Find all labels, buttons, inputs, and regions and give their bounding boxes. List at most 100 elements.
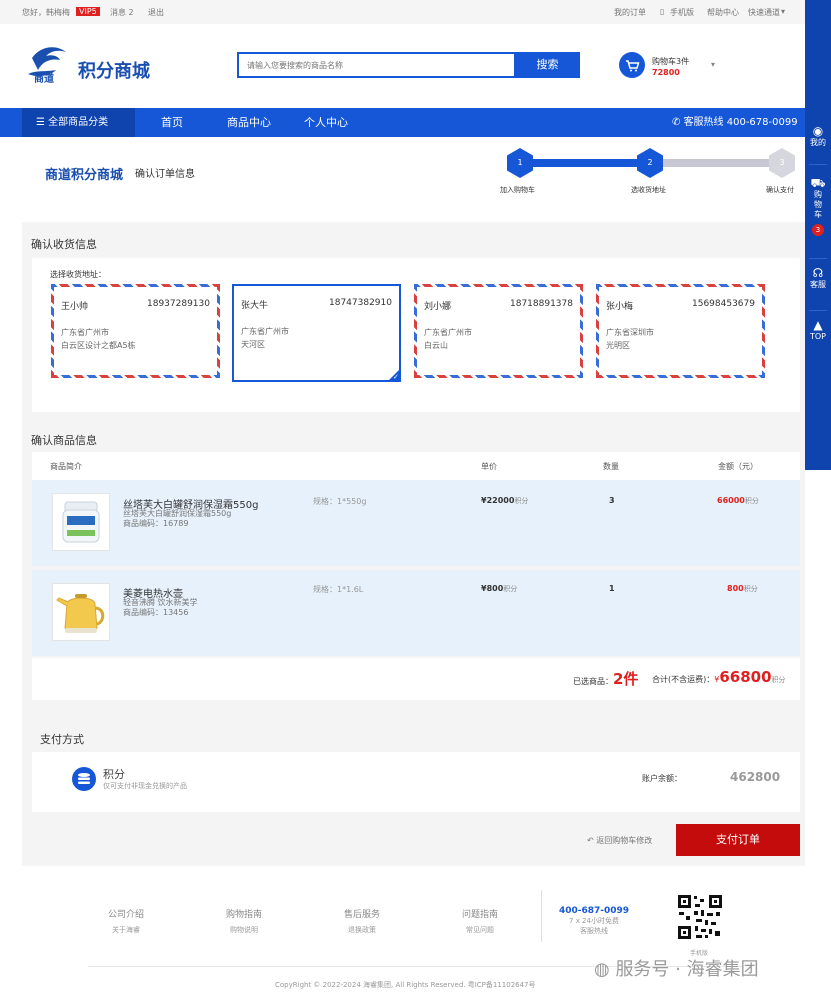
quick-link[interactable]: 快速通道 xyxy=(748,7,780,18)
address-phone: 18718891378 xyxy=(510,299,573,309)
table-row: 美菱电热水壶 轻音沸腾 饮水新美学 商品编码：13456 规格：1*1.6L ¥… xyxy=(32,570,800,656)
progress-done xyxy=(520,159,650,167)
main-nav: ☰ 全部商品分类 首页 商品中心 个人中心 ✆ 客服热线 400-678-009… xyxy=(0,108,805,137)
address-line2: 光明区 xyxy=(606,341,630,350)
product-subtitle: 丝塔芙大白罐舒润保湿霜550g xyxy=(123,509,232,518)
address-line1: 广东省广州市 xyxy=(241,327,289,336)
address-name: 张小梅 xyxy=(606,302,634,312)
sidebar-service-label: 客服 xyxy=(810,280,826,289)
product-code: 商品编码：16789 xyxy=(123,519,189,528)
order-total: 合计(不含运费)：¥66800积分 xyxy=(652,668,786,686)
brand-title: 商道积分商城 xyxy=(45,168,124,183)
cart-button[interactable] xyxy=(619,52,645,78)
return-icon: ↶ xyxy=(587,836,597,845)
address-line2: 白云山 xyxy=(424,341,448,350)
step-3-label: 确认支付 xyxy=(766,186,794,194)
cart-icon xyxy=(626,60,640,72)
address-card[interactable]: 王小帅 18937289130 广东省广州市 白云区设计之都A5栋 xyxy=(51,284,220,378)
address-section-title: 确认收货信息 xyxy=(31,238,97,251)
all-categories-button[interactable]: ☰ 全部商品分类 xyxy=(22,108,135,137)
address-phone: 18747382910 xyxy=(329,298,392,308)
product-image[interactable] xyxy=(52,583,110,641)
footer-col-title: 问题指南 xyxy=(461,910,498,920)
submit-order-button[interactable]: 支付订单 xyxy=(676,824,800,856)
sidebar-top[interactable]: ▲ TOP xyxy=(805,319,831,342)
nav-home[interactable]: 首页 xyxy=(161,108,183,137)
address-card[interactable]: 张小梅 15698453679 广东省深圳市 光明区 xyxy=(596,284,765,378)
top-bar: 您好，韩梅梅 VIP5 消息 2 退出 我的订单 ▯ 手机版 帮助中心 快速通道… xyxy=(0,0,805,24)
payment-method-name: 积分 xyxy=(103,768,125,781)
cart-label: 购物车3件 xyxy=(652,57,690,66)
balance-label: 账户余额： xyxy=(642,774,682,783)
footer-hotline-sub: 客服热线 xyxy=(580,927,608,935)
progress-remaining xyxy=(650,159,782,167)
vip-badge: VIP5 xyxy=(76,7,100,16)
cart-summary[interactable]: 购物车3件 72800 xyxy=(652,56,689,78)
footer-col-company: 公司介绍 关于海睿 xyxy=(86,907,166,935)
sidebar-service[interactable]: ☊ 客服 xyxy=(805,267,831,290)
logo[interactable]: 商道 xyxy=(26,44,74,85)
user-icon: ◉ xyxy=(812,124,824,138)
col-header-product: 商品简介 xyxy=(50,462,82,471)
coins-icon xyxy=(72,767,96,791)
page-title: 确认订单信息 xyxy=(135,169,195,180)
messages-link[interactable]: 消息 2 xyxy=(110,7,134,18)
product-subtitle: 轻音沸腾 饮水新美学 xyxy=(123,598,198,607)
product-amount: 66000积分 xyxy=(717,496,759,505)
order-summary: 已选商品：2件 合计(不含运费)：¥66800积分 xyxy=(32,658,800,700)
search-button[interactable]: 搜索 xyxy=(515,52,580,78)
footer-divider xyxy=(541,890,542,942)
greeting: 您好，韩梅梅 xyxy=(22,8,70,17)
chevron-down-icon: ▾ xyxy=(781,7,786,16)
footer-link[interactable]: 关于海睿 xyxy=(86,925,166,935)
address-card-selected[interactable]: 张大牛 18747382910 广东省广州市 天河区 ✓ xyxy=(232,284,401,382)
footer-link[interactable]: 购物说明 xyxy=(204,925,284,935)
col-header-amount: 金额（元） xyxy=(718,462,758,471)
check-icon: ✓ xyxy=(387,368,401,382)
phone-icon: ▯ xyxy=(660,7,665,16)
header: 商道 积分商城 搜索 购物车3件 72800 ▾ xyxy=(0,24,805,108)
logo-badge-text: 商道 xyxy=(34,72,54,84)
cart-count-badge: 3 xyxy=(812,224,824,236)
address-phone: 18937289130 xyxy=(147,299,210,309)
nav-products[interactable]: 商品中心 xyxy=(227,108,271,137)
step-2-label: 选收货地址 xyxy=(631,186,666,194)
watermark: ◍ 服务号 · 海睿集团 xyxy=(594,959,759,980)
footer-col-shopping: 购物指南 购物说明 xyxy=(204,907,284,935)
sidebar-cart-label: 购物车 xyxy=(814,190,822,219)
address-line1: 广东省广州市 xyxy=(61,328,109,337)
sidebar-mine[interactable]: ◉ 我的 xyxy=(805,124,831,148)
copyright: CopyRight © 2022-2024 海睿集团, All Rights R… xyxy=(275,981,536,989)
product-price: ¥22000积分 xyxy=(481,496,529,505)
logout-link[interactable]: 退出 xyxy=(148,7,164,18)
search-box[interactable] xyxy=(237,52,516,78)
sidebar-cart[interactable]: ⛟ 购物车 3 xyxy=(805,177,831,236)
cream-jar-icon xyxy=(62,501,100,543)
my-orders-link[interactable]: 我的订单 xyxy=(614,7,646,18)
sidebar-mine-label: 我的 xyxy=(810,138,826,147)
mobile-link[interactable]: 手机版 xyxy=(670,7,694,18)
address-phone: 15698453679 xyxy=(692,299,755,309)
step-1-label: 加入购物车 xyxy=(500,186,535,194)
product-code: 商品编码：13456 xyxy=(123,608,189,617)
right-sidebar: ◉ 我的 ⛟ 购物车 3 ☊ 客服 ▲ TOP xyxy=(805,0,831,470)
search-input[interactable] xyxy=(239,54,514,76)
footer-col-faq: 问题指南 常见问题 xyxy=(440,907,520,935)
product-image[interactable] xyxy=(52,493,110,551)
footer-col-title: 公司介绍 xyxy=(107,910,144,920)
footer-hotline-sub: 7 x 24小时免费 xyxy=(569,917,619,925)
dolphin-logo-icon: 商道 xyxy=(28,47,66,85)
footer-link[interactable]: 退换政策 xyxy=(322,925,402,935)
address-line1: 广东省深圳市 xyxy=(606,328,654,337)
chevron-down-icon[interactable]: ▾ xyxy=(711,60,715,69)
address-card[interactable]: 刘小娜 18718891378 广东省广州市 白云山 xyxy=(414,284,583,378)
address-name: 张大牛 xyxy=(241,301,269,311)
step-3-marker: 3 xyxy=(769,148,795,178)
hotline: ✆ 客服热线 400-678-0099 xyxy=(672,108,798,137)
back-to-cart-link[interactable]: ↶ 返回购物车修改 xyxy=(587,835,652,846)
step-1-marker: 1 xyxy=(507,148,533,178)
footer-link[interactable]: 常见问题 xyxy=(440,925,520,935)
nav-account[interactable]: 个人中心 xyxy=(304,108,348,137)
payment-method[interactable]: 积分 仅可支付非现金兑换的产品 账户余额： 462800 xyxy=(32,752,800,812)
help-link[interactable]: 帮助中心 xyxy=(707,7,739,18)
